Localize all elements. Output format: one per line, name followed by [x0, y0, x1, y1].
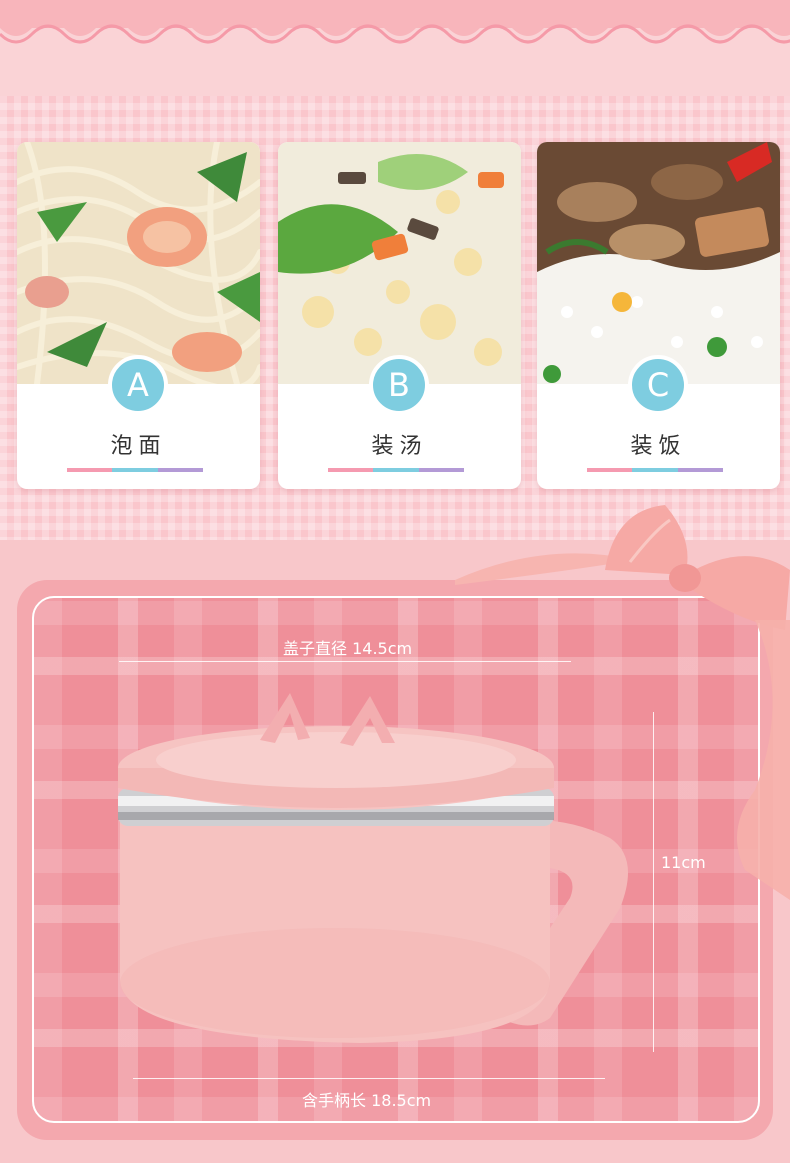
tricolor-underline [587, 468, 723, 472]
product-page: A 泡面 B 装汤 C 装饭 盖子直径 14.5cm 11cm 含手柄长 18.… [0, 0, 790, 1163]
badge-letter: B [369, 355, 429, 415]
length-label: 含手柄长 18.5cm [302, 1091, 432, 1110]
tricolor-underline [328, 468, 464, 472]
wave-decoration [0, 0, 790, 44]
tricolor-underline [67, 468, 203, 472]
top-banner [0, 0, 790, 96]
bowl-with-lid-image [118, 693, 628, 1043]
usage-card-rice: C 装饭 [537, 142, 780, 489]
height-label: 11cm [661, 853, 706, 872]
usage-card-noodles: A 泡面 [17, 142, 260, 489]
card-label: 装饭 [630, 434, 687, 459]
rice-photo [537, 142, 780, 384]
badge-letter: C [628, 355, 688, 415]
length-line [133, 1078, 605, 1079]
soup-photo [278, 142, 521, 384]
card-label: 泡面 [110, 434, 167, 459]
height-line [653, 712, 654, 1052]
lid-diameter-line [119, 661, 571, 662]
lid-diameter-label: 盖子直径 14.5cm [283, 639, 413, 658]
noodles-photo [17, 142, 260, 384]
usage-card-soup: B 装汤 [278, 142, 521, 489]
card-label: 装汤 [371, 434, 428, 459]
badge-letter: A [108, 355, 168, 415]
